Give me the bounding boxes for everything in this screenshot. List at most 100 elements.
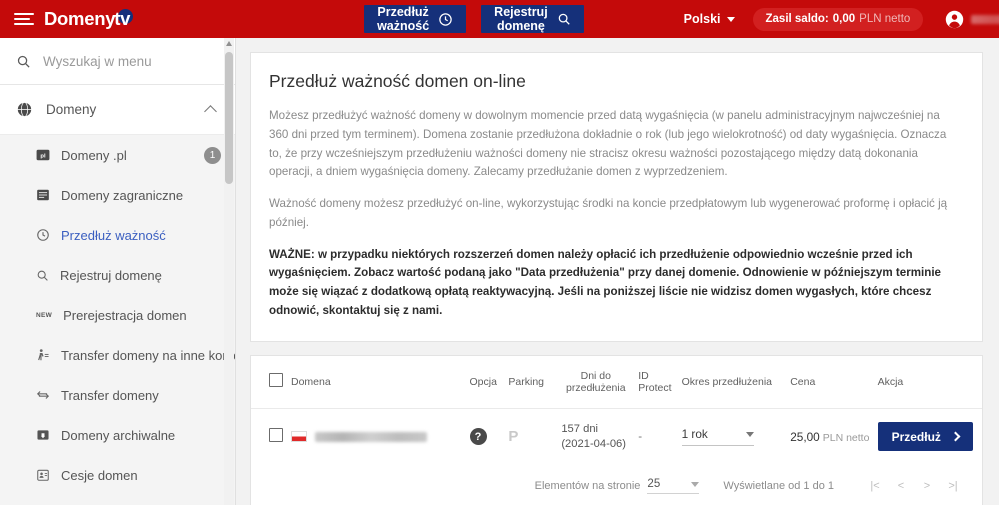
header-extend-validity-button[interactable]: Przedłuż ważność	[364, 5, 467, 33]
td-action: Przedłuż	[874, 408, 982, 465]
table-body: ? P 157 dni (2021-04-06) - 1 rok 25,00 P…	[251, 408, 982, 465]
th-okres-przedluzenia: Okres przedłużenia	[677, 355, 787, 409]
first-page-icon[interactable]: |<	[862, 475, 888, 497]
sidebar-item-transfer-domeny[interactable]: Transfer domeny	[0, 375, 235, 415]
td-domain	[287, 408, 466, 465]
th-parking: Parking	[504, 355, 558, 409]
sidebar-item-rejestruj-domene[interactable]: Rejestruj domenę	[0, 255, 235, 295]
sidebar-item-domeny-archiwalne[interactable]: Domeny archiwalne	[0, 415, 235, 455]
sidebar-group-label: Domeny	[46, 102, 97, 117]
checkbox-unchecked-icon[interactable]	[269, 428, 283, 443]
search-icon	[557, 12, 571, 26]
sidebar-search-row: ✕	[0, 38, 235, 85]
sidebar-item-label: Domeny zagraniczne	[61, 187, 184, 203]
logo-tv-badge: tv	[114, 8, 134, 29]
search-icon	[36, 269, 49, 282]
days-to-renewal: 157 dni (2021-04-06)	[561, 422, 627, 450]
sidebar-item-przedluz-waznosc[interactable]: Przedłuż ważność	[0, 215, 235, 255]
sidebar-item-label: Rejestruj domenę	[60, 267, 162, 283]
sidebar-item-label: Prerejestracja domen	[63, 307, 187, 323]
scroll-up-arrow-icon[interactable]	[226, 41, 232, 46]
per-page-value: 25	[647, 478, 661, 491]
th-opcja: Opcja	[465, 355, 505, 409]
balance-prefix: Zasil saldo:	[765, 13, 829, 25]
sidebar-item-label: Cesje domen	[61, 467, 138, 483]
td-parking: P	[504, 408, 557, 465]
th-akcja: Akcja	[873, 355, 982, 409]
row-extend-button[interactable]: Przedłuż	[877, 422, 973, 452]
globe-icon	[16, 101, 33, 118]
main-content: Przedłuż ważność domen on-line Możesz pr…	[236, 38, 999, 505]
next-page-icon[interactable]: >	[914, 475, 940, 497]
menu-search-input[interactable]	[43, 53, 220, 69]
sidebar-item-domeny-pl[interactable]: pl Domeny .pl 1	[0, 135, 235, 175]
chevron-down-icon	[726, 16, 735, 22]
header-extend-label: Przedłuż ważność	[377, 5, 430, 33]
balance-amount: 0,00	[832, 13, 856, 25]
td-price: 25,00 PLN netto	[786, 408, 873, 465]
renewal-period-value: 1 rok	[681, 427, 708, 442]
header-register-domain-button[interactable]: Rejestruj domenę	[481, 5, 584, 33]
pl-flag-icon	[291, 431, 307, 443]
sidebar-item-label: Transfer domeny na inne konto	[61, 347, 236, 363]
per-page-label: Elementów na stronie	[534, 480, 641, 493]
id-protect-value: -	[638, 430, 643, 443]
td-row-checkbox	[251, 408, 287, 465]
per-page-select[interactable]: 25	[647, 478, 700, 495]
brand-logo[interactable]: Domenytv	[44, 8, 134, 30]
chevron-down-icon	[691, 481, 700, 487]
sidebar: ✕ Domeny pl	[0, 38, 236, 505]
sidebar-item-transfer-domeny-na-inne-konto[interactable]: Transfer domeny na inne konto	[0, 335, 235, 375]
search-icon	[16, 54, 31, 69]
parking-status: P	[508, 428, 519, 446]
th-domena: Domena	[287, 355, 466, 409]
help-circle-icon[interactable]: ?	[469, 428, 487, 446]
sidebar-item-label: Transfer domeny	[61, 387, 159, 403]
header-register-label: Rejestruj domenę	[494, 5, 548, 33]
foreign-domain-icon	[36, 188, 50, 202]
table-header-row: Domena Opcja Parking Dni do przedłużenia…	[251, 355, 982, 409]
sidebar-item-label: Domeny .pl	[61, 147, 127, 163]
last-page-icon[interactable]: >|	[940, 475, 966, 497]
info-card: Przedłuż ważność domen on-line Możesz pr…	[250, 52, 983, 342]
sidebar-item-badge: 1	[204, 146, 221, 164]
sidebar-item-cesje-domen[interactable]: Cesje domen	[0, 455, 235, 495]
chevron-up-icon	[204, 105, 217, 118]
language-selector[interactable]: Polski	[684, 12, 735, 26]
info-paragraph-2: Ważność domeny możesz przedłużyć on-line…	[269, 197, 948, 229]
top-header: Domenytv Przedłuż ważność Rejestruj dome…	[0, 0, 999, 38]
menu-collapse-icon[interactable]	[14, 12, 34, 26]
chevron-right-icon	[950, 431, 961, 442]
renewal-period-select[interactable]: 1 rok	[681, 427, 754, 447]
username-masked	[971, 14, 999, 24]
sidebar-group-domeny[interactable]: Domeny	[0, 85, 235, 135]
sidebar-item-prerejestracja-domen[interactable]: NEW Prerejestracja domen	[0, 295, 235, 335]
table-row[interactable]: ? P 157 dni (2021-04-06) - 1 rok 25,00 P…	[251, 408, 982, 465]
th-select-all	[251, 355, 287, 409]
sidebar-item-label: Przedłuż ważność	[61, 227, 166, 243]
domain-name-masked	[315, 431, 428, 442]
prev-page-icon[interactable]: <	[888, 475, 914, 497]
th-cena: Cena	[786, 355, 874, 409]
table-header: Domena Opcja Parking Dni do przedłużenia…	[251, 355, 982, 409]
logo-text: Domeny	[44, 8, 116, 29]
sidebar-item-label: Domeny archiwalne	[61, 427, 176, 443]
clock-history-icon	[36, 228, 50, 242]
domains-table: Domena Opcja Parking Dni do przedłużenia…	[251, 355, 982, 465]
sidebar-item-domeny-zagraniczne[interactable]: Domeny zagraniczne	[0, 175, 235, 215]
new-badge-icon: NEW	[36, 311, 53, 319]
balance-currency: PLN netto	[859, 13, 911, 25]
scrollbar-thumb[interactable]	[225, 52, 233, 184]
person-transfer-icon	[36, 348, 50, 362]
assignment-person-icon	[36, 468, 50, 482]
showing-range-label: Wyświetlane od 1 do 1	[723, 480, 834, 493]
user-account-menu[interactable]	[945, 10, 999, 29]
sidebar-scrollbar[interactable]	[224, 38, 234, 505]
chevron-down-icon	[745, 431, 754, 437]
checkbox-unchecked-icon[interactable]	[269, 373, 283, 388]
pagination-bar: Elementów na stronie 25 Wyświetlane od 1…	[251, 465, 982, 505]
balance-topup-pill[interactable]: Zasil saldo: 0,00 PLN netto	[752, 7, 924, 31]
important-warning-text: WAŻNE: w przypadku niektórych rozszerzeń…	[269, 247, 942, 318]
td-opcja: ?	[466, 408, 505, 465]
row-extend-label: Przedłuż	[891, 429, 941, 444]
